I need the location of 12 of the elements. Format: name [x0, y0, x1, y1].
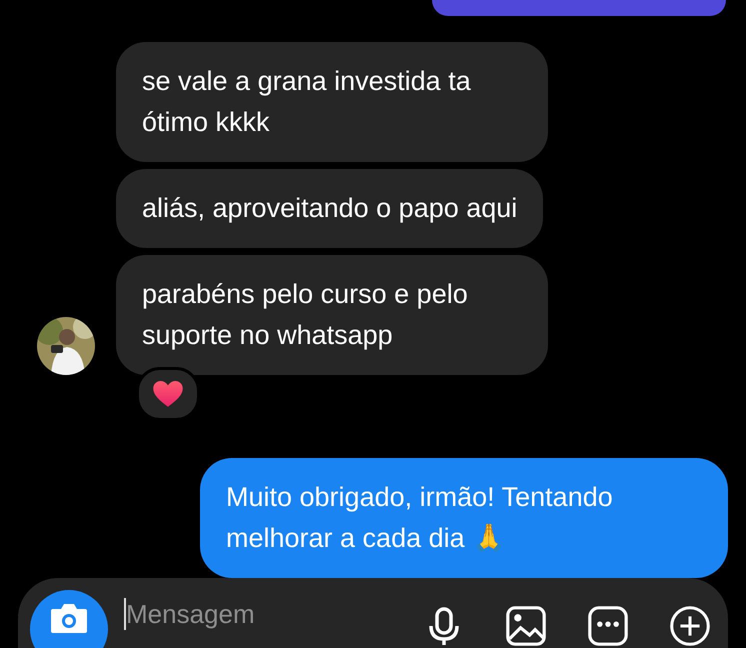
message-bubble: Muito obrigado, irmão! Tentando melhorar a cada dia 🙏: [200, 458, 728, 578]
sticker-icon[interactable]: [588, 606, 628, 646]
heart-icon: [153, 380, 183, 408]
camera-button[interactable]: [30, 590, 108, 648]
text-cursor: [124, 598, 126, 630]
message-bubble: parabéns pelo curso e pelo suporte no whatsapp: [116, 255, 548, 375]
camera-icon: [49, 601, 89, 635]
image-icon[interactable]: [506, 606, 546, 646]
message-field[interactable]: Mensagem: [126, 598, 326, 630]
add-icon[interactable]: [670, 606, 710, 646]
message-bubble: aliás, aproveitando o papo aqui: [116, 169, 544, 248]
message-bubble: se vale a grana investida ta ótimo kkkk: [116, 42, 548, 162]
